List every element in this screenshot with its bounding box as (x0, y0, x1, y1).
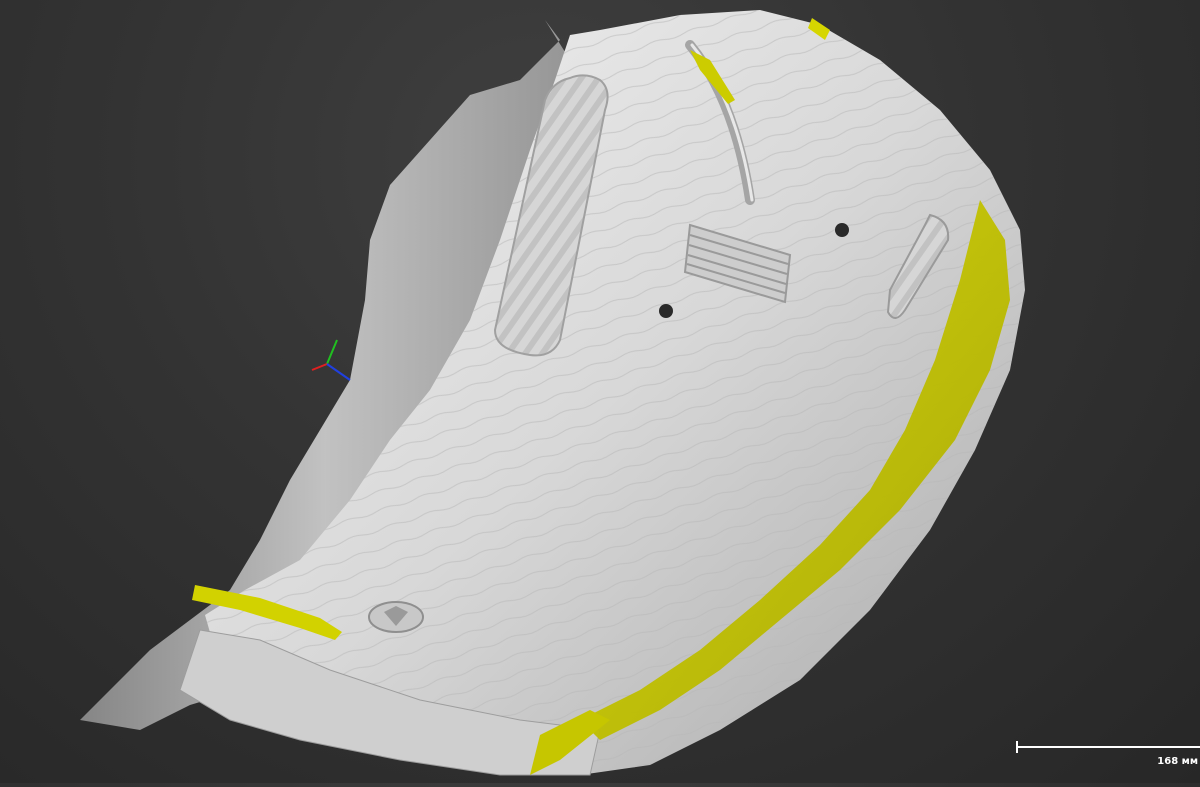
axis-gizmo[interactable] (311, 339, 351, 381)
scale-bar: 168 мм (1012, 738, 1200, 778)
axis-x-icon (311, 363, 328, 371)
scan-hole (659, 304, 673, 318)
scan-wrinkle-texture (205, 10, 1025, 775)
scan-fastener (368, 601, 424, 633)
axis-y-icon (326, 339, 338, 365)
scan-canvas[interactable] (0, 0, 1200, 783)
axis-z-icon (326, 363, 351, 381)
scan-hole (835, 223, 849, 237)
scale-label: 168 мм (1157, 756, 1198, 767)
3d-viewport[interactable]: 168 мм (0, 0, 1200, 783)
scale-line (1016, 746, 1200, 748)
